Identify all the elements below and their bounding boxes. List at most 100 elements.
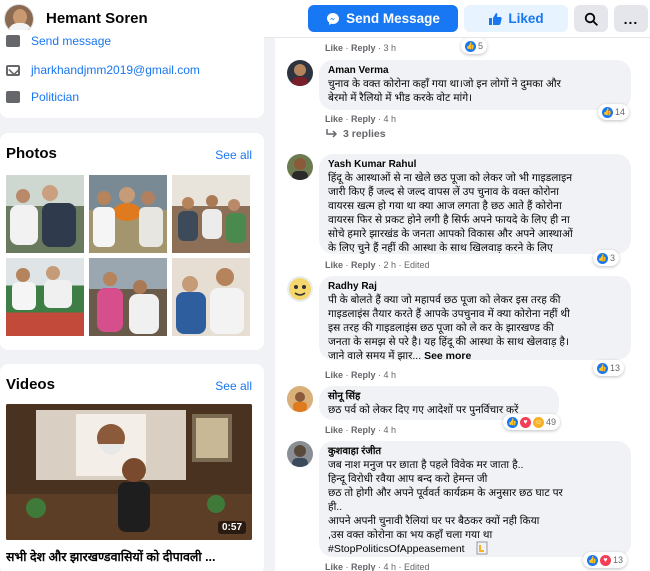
photo-thumbnail[interactable] <box>172 258 250 336</box>
reaction-count[interactable]: 👍 5 <box>461 38 488 54</box>
like-link[interactable]: Like <box>325 370 343 380</box>
video-scene-illustration <box>6 404 252 540</box>
send-message-label: Send Message <box>346 11 440 26</box>
videos-card: Videos See all 0:57 सभी देश और झारखण्डवा… <box>0 364 264 571</box>
commenter-avatar[interactable] <box>287 441 313 467</box>
profile-name[interactable]: Hemant Soren <box>46 10 148 27</box>
reaction-count-value: 3 <box>610 253 616 263</box>
commenter-avatar[interactable] <box>287 154 313 180</box>
reply-link[interactable]: Reply <box>351 425 376 435</box>
more-options-button[interactable]: ... <box>614 5 648 32</box>
comment-actions: Like · Reply · 4 h <box>325 425 397 435</box>
edited-label: Edited <box>404 562 430 571</box>
comment-author[interactable]: Aman Verma <box>328 65 622 77</box>
video-title[interactable]: सभी देश और झारखण्डवासियों को दीपावली ... <box>6 548 258 565</box>
intro-email-row[interactable]: jharkhandjmm2019@gmail.com <box>6 63 200 77</box>
replies-count: 3 replies <box>343 128 386 140</box>
photo-thumbnail[interactable] <box>89 175 167 253</box>
intro-send-message-row[interactable]: Send message <box>6 34 111 48</box>
photos-see-all-link[interactable]: See all <box>215 148 252 162</box>
reply-link[interactable]: Reply <box>351 370 376 380</box>
reaction-count[interactable]: 👍 ♥ 13 <box>583 552 628 568</box>
videos-title[interactable]: Videos <box>6 376 55 393</box>
comment-author[interactable]: कुशवाहा रंजीत <box>328 446 622 458</box>
reply-arrow-icon <box>326 129 337 138</box>
comment-text: चुनाव के वक्त कोरोना कहाँ गया था।जो इन ल… <box>328 78 561 104</box>
reaction-count-value: 14 <box>615 107 626 117</box>
comment-actions: Like · Reply · 4 h <box>325 370 397 380</box>
comment-author[interactable]: सोनू सिंह <box>328 391 550 403</box>
category-link[interactable]: Politician <box>31 90 79 104</box>
comment-time[interactable]: 4 h <box>384 114 397 124</box>
send-message-link[interactable]: Send message <box>31 34 111 48</box>
comment-bubble: Aman Verma चुनाव के वक्त कोरोना कहाँ गया… <box>319 60 631 110</box>
reaction-count[interactable]: 👍 13 <box>593 360 625 376</box>
like-reaction-icon: 👍 <box>587 554 598 566</box>
videos-see-all-link[interactable]: See all <box>215 379 252 393</box>
comment-bubble: Yash Kumar Rahul हिंदू के आस्थाओं से ना … <box>319 154 631 254</box>
photo-grid <box>6 175 252 336</box>
photos-card: Photos See all <box>0 133 264 350</box>
photo-thumbnail[interactable] <box>6 258 84 336</box>
comment-author[interactable]: Yash Kumar Rahul <box>328 159 622 171</box>
reply-link[interactable]: Reply <box>351 260 376 270</box>
reply-link[interactable]: Reply <box>351 562 376 571</box>
liked-label: Liked <box>508 11 544 26</box>
more-icon: ... <box>623 10 639 27</box>
like-link[interactable]: Like <box>325 43 343 53</box>
like-link[interactable]: Like <box>325 260 343 270</box>
comment-time[interactable]: 4 h <box>384 370 397 380</box>
search-button[interactable] <box>574 5 608 32</box>
pointing-hand-sticker-icon <box>476 541 488 555</box>
comment-actions: Like · Reply · 2 h · Edited <box>325 260 430 270</box>
photo-thumbnail[interactable] <box>172 175 250 253</box>
comment-bubble: Radhy Raj पी के बोलते हैं क्या जो महापर्… <box>319 276 631 363</box>
photo-thumbnail[interactable] <box>6 175 84 253</box>
photos-title[interactable]: Photos <box>6 145 57 162</box>
comment-time[interactable]: 2 h <box>384 260 397 270</box>
intro-category-row: Politician <box>6 90 79 104</box>
commenter-avatar[interactable] <box>287 386 313 412</box>
reply-link[interactable]: Reply <box>351 114 376 124</box>
like-link[interactable]: Like <box>325 562 343 571</box>
comment-time[interactable]: 4 h <box>384 562 397 571</box>
care-reaction-icon: ☺ <box>533 416 544 428</box>
comment-bubble: कुशवाहा रंजीत जब नाश मनुज पर छाता है पहल… <box>319 441 631 557</box>
video-thumbnail[interactable]: 0:57 <box>6 404 252 540</box>
thumbs-up-icon <box>489 12 502 25</box>
edited-label: Edited <box>404 260 430 270</box>
like-reaction-icon: 👍 <box>465 40 476 52</box>
reaction-count-value: 5 <box>478 41 484 51</box>
see-more-link[interactable]: See more <box>424 350 471 362</box>
search-icon <box>584 12 598 26</box>
category-icon <box>6 91 20 103</box>
comment-actions: Like · Reply · 4 h · Edited <box>325 562 430 571</box>
comment-actions: Like · Reply · 4 h <box>325 114 397 124</box>
comment-text: जब नाश मनुज पर छाता है पहले विवेक मर जात… <box>328 459 563 555</box>
view-replies-link[interactable]: 3 replies <box>325 128 386 140</box>
photo-thumbnail[interactable] <box>89 258 167 336</box>
reaction-count[interactable]: 👍 14 <box>598 104 630 120</box>
like-reaction-icon: 👍 <box>597 252 608 264</box>
love-reaction-icon: ♥ <box>600 554 611 566</box>
email-icon <box>6 64 20 76</box>
send-message-button[interactable]: Send Message <box>308 5 458 32</box>
comment-text: हिंदू के आस्थाओं से ना खेले छठ पूजा को ल… <box>328 172 573 254</box>
reply-link[interactable]: Reply <box>351 43 376 53</box>
like-link[interactable]: Like <box>325 114 343 124</box>
messenger-icon <box>6 35 20 47</box>
comment-text: पी के बोलते हैं क्या जो महापर्व छठ पूजा … <box>328 293 622 363</box>
comment-author[interactable]: Radhy Raj <box>328 281 622 293</box>
commenter-avatar[interactable] <box>287 60 313 86</box>
like-link[interactable]: Like <box>325 425 343 435</box>
like-reaction-icon: 👍 <box>602 106 613 118</box>
commenter-avatar[interactable] <box>287 276 313 302</box>
reaction-count[interactable]: 👍 3 <box>593 250 620 266</box>
comment-time[interactable]: 3 h <box>384 43 397 53</box>
comments-feed: Like · Reply · 3 h 👍 5 Aman Verma चुनाव … <box>275 38 650 571</box>
liked-button[interactable]: Liked <box>464 5 568 32</box>
reaction-count-value: 13 <box>610 363 621 373</box>
reaction-count[interactable]: 👍 ♥ ☺ 49 <box>503 414 561 430</box>
comment-time[interactable]: 4 h <box>384 425 397 435</box>
email-link[interactable]: jharkhandjmm2019@gmail.com <box>31 63 200 77</box>
